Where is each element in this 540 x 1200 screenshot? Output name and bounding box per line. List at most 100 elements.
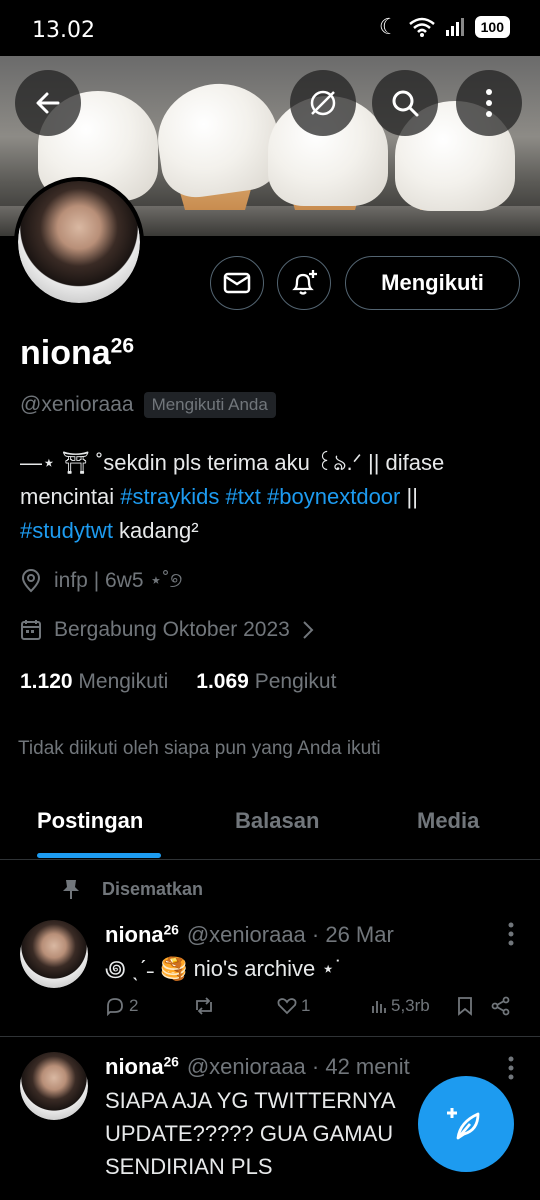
tweet-header: niona26 @xenioraaa · 26 Mar [105,922,394,948]
tab-posts[interactable]: Postingan [37,808,143,834]
chevron-right-icon [303,621,314,639]
mail-icon [223,272,251,294]
moon-icon: ☾ [378,14,399,39]
search-icon [392,90,419,117]
like-count: 1 [301,996,311,1015]
incognito-button[interactable] [290,70,356,136]
pinned-text: Disematkan [102,878,204,899]
pinned-label: Disematkan [62,878,203,900]
like-button[interactable]: 1 [277,996,310,1016]
reply-button[interactable]: 2 [105,996,138,1016]
tweet-author-name[interactable]: niona26 [105,1054,179,1080]
following-count: 1.120 [20,670,73,693]
views-count: 5,3rb [391,996,430,1015]
display-name: niona26 [20,334,134,373]
avatar-image [20,1052,88,1120]
tweet-handle: @xenioraaa · 26 Mar [186,922,394,947]
more-options-button[interactable] [456,70,522,136]
display-name-text: niona [20,334,111,372]
more-vertical-icon [508,922,514,946]
status-bar: 13.02 ☾ 100 [0,0,540,56]
profile-tabs: Postingan Balasan Media [0,790,540,860]
tab-indicator [37,853,161,858]
bio-line-3: #studytwt kadang² [20,514,525,548]
location-row: infp | 6w5 ⋆˚୭ [20,568,182,593]
incognito-icon [310,90,336,116]
profile-handle: @xenioraaa [20,393,134,416]
profile-avatar[interactable] [14,177,144,307]
followers-label: Pengikut [254,670,337,693]
back-button[interactable] [15,70,81,136]
signal-icon [445,18,464,36]
followers-stat[interactable]: 1.069 Pengikut [196,670,336,694]
profile-bio: —⋆ ⛩ ˚sekdin pls terima aku ꒰ঌ.ᐟ || difa… [20,446,525,548]
tweet-actions: 2 1 5,3rb [105,996,517,1024]
joined-row[interactable]: Bergabung Oktober 2023 [20,618,314,642]
compose-button[interactable] [418,1076,514,1172]
notify-button[interactable] [277,256,331,310]
bio-line-1: —⋆ ⛩ ˚sekdin pls terima aku ꒰ঌ.ᐟ || difa… [20,450,445,475]
tweet-author-name[interactable]: niona26 [105,922,179,948]
tweet-author-name-text: niona [105,922,164,947]
back-arrow-icon [36,92,60,114]
views-button[interactable]: 5,3rb [371,996,430,1016]
following-stat[interactable]: 1.120 Mengikuti [20,670,168,694]
status-icons: ☾ 100 [379,14,510,40]
reply-count: 2 [129,996,139,1015]
retweet-icon [196,997,212,1015]
tweet-divider [0,1036,540,1037]
tweet-author-name-sup: 26 [163,1054,179,1070]
tweet-text-line: UPDATE????? GUA GAMAU [105,1121,394,1146]
hashtag-link[interactable]: #txt [225,484,260,509]
bell-plus-icon [292,270,317,295]
message-button[interactable] [210,256,264,310]
bio-text: kadang² [112,518,199,543]
tweet-more-button[interactable] [508,1056,514,1086]
hashtag-link[interactable]: #studytwt [20,518,113,543]
banner-cream [150,76,286,202]
following-label: Mengikuti [78,670,169,693]
tweet-text-line: SENDIRIAN PLS [105,1154,273,1179]
search-button[interactable] [372,70,438,136]
bio-text: mencintai [20,484,121,509]
follow-stats: 1.120 Mengikuti 1.069 Pengikut [20,670,336,694]
hashtag-link[interactable]: #straykids [120,484,219,509]
tweet-text: ꩜ ˎˊ˗ 🥞 nio's archive ⋆˙ [105,956,343,981]
share-button[interactable] [491,996,511,1016]
joined-text: Bergabung Oktober 2023 [54,618,290,641]
calendar-icon [21,620,41,640]
tweet-avatar[interactable] [20,1052,88,1120]
share-icon [491,996,510,1016]
location-pin-icon [21,568,41,592]
tweet-avatar[interactable] [20,920,88,988]
battery-indicator: 100 [474,16,510,38]
views-icon [372,1001,386,1013]
wifi-icon [408,17,435,37]
tab-replies[interactable]: Balasan [235,808,319,834]
tweet-handle: @xenioraaa · 42 menit [186,1054,410,1079]
more-vertical-icon [508,1056,514,1080]
more-vertical-icon [486,89,492,117]
avatar-image [18,181,140,303]
tweet-author-name-text: niona [105,1054,164,1079]
tweet-header: niona26 @xenioraaa · 42 menit [105,1054,410,1080]
display-name-sup: 26 [110,334,135,358]
tweet-author-name-sup: 26 [163,922,179,938]
bio-line-2: mencintai #straykids #txt #boynextdoor |… [20,480,525,514]
compose-feather-icon [447,1108,480,1140]
follows-you-badge: Mengikuti Anda [143,392,276,418]
hashtag-link[interactable]: #boynextdoor [267,484,400,509]
tweet-text-line: SIAPA AJA YG TWITTERNYA [105,1088,396,1113]
not-followed-text: Tidak diikuti oleh siapa pun yang Anda i… [18,738,381,759]
reply-icon [107,998,123,1016]
tweet-text: SIAPA AJA YG TWITTERNYA UPDATE????? GUA … [105,1084,396,1183]
tab-media[interactable]: Media [417,808,479,834]
following-button[interactable]: Mengikuti [345,256,520,310]
tweet-more-button[interactable] [508,922,514,952]
avatar-image [20,920,88,988]
bookmark-button[interactable] [457,996,473,1016]
retweet-button[interactable] [193,996,215,1016]
followers-count: 1.069 [196,670,249,693]
heart-icon [277,998,297,1015]
location-text: infp | 6w5 ⋆˚୭ [54,569,183,592]
